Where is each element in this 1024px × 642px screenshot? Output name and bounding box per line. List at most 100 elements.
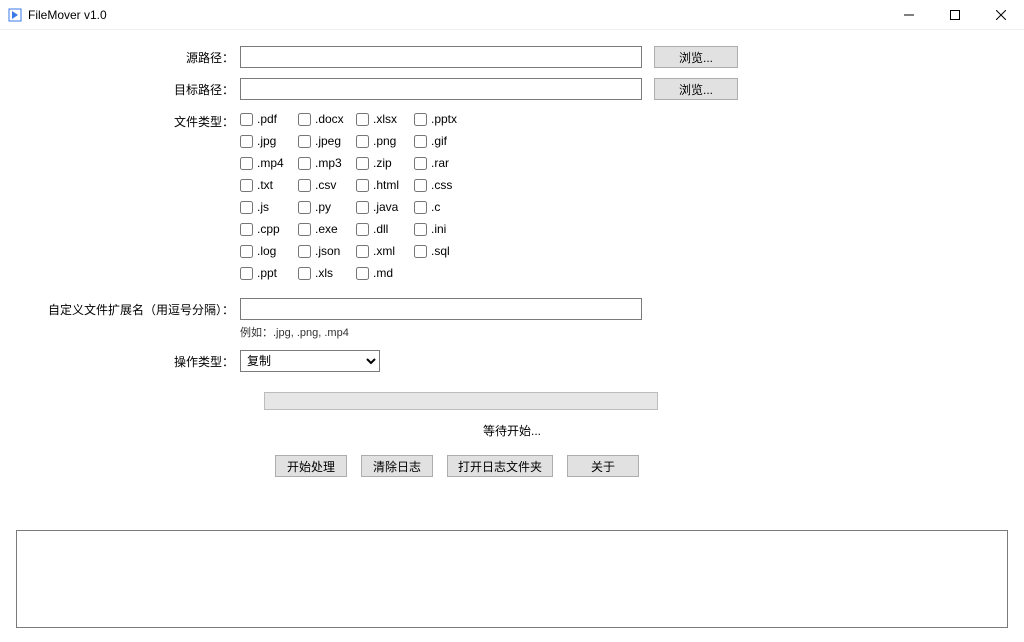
file-type-checkbox-label: .gif xyxy=(431,134,447,148)
file-type-checkbox-cell: .jpeg xyxy=(298,134,354,148)
file-type-checkbox-label: .js xyxy=(257,200,269,214)
app-icon xyxy=(8,8,22,22)
file-type-checkbox-cell: .rar xyxy=(414,156,470,170)
file-type-checkbox-label: .log xyxy=(257,244,276,258)
file-type-checkbox[interactable] xyxy=(298,135,311,148)
titlebar-left: FileMover v1.0 xyxy=(8,8,107,22)
file-type-checkbox-label: .json xyxy=(315,244,340,258)
file-type-checkbox-row: .txt .csv .html .css xyxy=(240,178,472,192)
file-type-checkbox-cell: .jpg xyxy=(240,134,296,148)
file-type-checkbox-cell: .mp4 xyxy=(240,156,296,170)
file-type-checkbox[interactable] xyxy=(240,135,253,148)
custom-ext-label: 自定义文件扩展名（用逗号分隔）： xyxy=(16,298,240,318)
target-path-label: 目标路径： xyxy=(16,78,240,98)
file-type-checkbox[interactable] xyxy=(298,157,311,170)
file-type-checkbox[interactable] xyxy=(414,179,427,192)
window-title: FileMover v1.0 xyxy=(28,8,107,22)
file-type-checkbox[interactable] xyxy=(240,113,253,126)
progress-bar xyxy=(264,392,658,410)
file-type-checkbox[interactable] xyxy=(298,223,311,236)
file-type-checkbox[interactable] xyxy=(240,267,253,280)
file-type-checkbox[interactable] xyxy=(240,223,253,236)
log-textarea[interactable] xyxy=(16,530,1008,628)
about-button[interactable]: 关于 xyxy=(567,455,639,477)
browse-source-button[interactable]: 浏览... xyxy=(654,46,738,68)
file-type-checkbox[interactable] xyxy=(356,201,369,214)
close-button[interactable] xyxy=(978,0,1024,30)
file-type-checkbox-label: .mp3 xyxy=(315,156,342,170)
file-type-checkbox[interactable] xyxy=(356,223,369,236)
file-type-checkbox-cell: .exe xyxy=(298,222,354,236)
file-type-checkbox-label: .py xyxy=(315,200,331,214)
file-type-checkbox-label: .sql xyxy=(431,244,450,258)
file-type-checkbox-label: .cpp xyxy=(257,222,280,236)
file-type-checkbox-label: .ini xyxy=(431,222,446,236)
op-type-select[interactable]: 复制 xyxy=(240,350,380,372)
source-path-label: 源路径： xyxy=(16,46,240,66)
file-type-checkbox[interactable] xyxy=(356,113,369,126)
start-button[interactable]: 开始处理 xyxy=(275,455,347,477)
file-type-checkbox-label: .exe xyxy=(315,222,338,236)
file-type-checkbox-cell: .csv xyxy=(298,178,354,192)
file-type-checkbox[interactable] xyxy=(298,201,311,214)
custom-ext-hint: 例如：.jpg, .png, .mp4 xyxy=(240,324,642,340)
file-type-checkbox-label: .jpeg xyxy=(315,134,341,148)
file-type-checkbox[interactable] xyxy=(298,179,311,192)
file-type-checkbox[interactable] xyxy=(356,135,369,148)
custom-ext-input[interactable] xyxy=(240,298,642,320)
file-type-checkbox[interactable] xyxy=(414,201,427,214)
file-type-checkbox[interactable] xyxy=(414,113,427,126)
file-type-checkbox-cell: .zip xyxy=(356,156,412,170)
minimize-button[interactable] xyxy=(886,0,932,30)
file-type-checkbox-cell: .docx xyxy=(298,112,354,126)
file-type-checkbox-label: .zip xyxy=(373,156,392,170)
progress-wrap xyxy=(264,392,1008,410)
file-type-checkbox[interactable] xyxy=(356,179,369,192)
file-type-checkbox-label: .xls xyxy=(315,266,333,280)
file-type-checkbox[interactable] xyxy=(356,245,369,258)
open-log-folder-button[interactable]: 打开日志文件夹 xyxy=(447,455,553,477)
file-type-checkbox[interactable] xyxy=(414,245,427,258)
file-type-checkbox-cell: .gif xyxy=(414,134,470,148)
file-type-checkbox[interactable] xyxy=(240,201,253,214)
file-type-checkbox[interactable] xyxy=(414,135,427,148)
titlebar: FileMover v1.0 xyxy=(0,0,1024,30)
file-type-checkbox[interactable] xyxy=(298,113,311,126)
file-type-checkbox-cell: .html xyxy=(356,178,412,192)
file-type-checkbox-label: .md xyxy=(373,266,393,280)
op-type-row: 操作类型： 复制 xyxy=(16,350,1008,372)
file-type-checkbox-label: .rar xyxy=(431,156,449,170)
file-type-checkbox[interactable] xyxy=(414,157,427,170)
source-path-input[interactable] xyxy=(240,46,642,68)
file-type-checkbox-label: .xlsx xyxy=(373,112,397,126)
file-type-checkbox-cell: .js xyxy=(240,200,296,214)
file-type-checkbox[interactable] xyxy=(298,267,311,280)
file-type-checkbox[interactable] xyxy=(356,157,369,170)
file-type-checkbox[interactable] xyxy=(240,157,253,170)
file-type-checkbox[interactable] xyxy=(298,245,311,258)
file-type-checkbox-cell: .txt xyxy=(240,178,296,192)
file-type-checkbox-label: .pdf xyxy=(257,112,277,126)
maximize-button[interactable] xyxy=(932,0,978,30)
clear-log-button[interactable]: 清除日志 xyxy=(361,455,433,477)
file-type-checkbox[interactable] xyxy=(240,179,253,192)
target-path-input[interactable] xyxy=(240,78,642,100)
file-type-checkbox-cell: .mp3 xyxy=(298,156,354,170)
file-type-checkbox-label: .pptx xyxy=(431,112,457,126)
file-type-checkbox-cell: .cpp xyxy=(240,222,296,236)
browse-target-button[interactable]: 浏览... xyxy=(654,78,738,100)
file-type-checkbox-cell: .ppt xyxy=(240,266,296,280)
file-type-checkbox[interactable] xyxy=(414,223,427,236)
file-type-checkbox[interactable] xyxy=(356,267,369,280)
file-type-checkbox-label: .csv xyxy=(315,178,336,192)
file-type-checkbox[interactable] xyxy=(240,245,253,258)
file-type-checkbox-label: .jpg xyxy=(257,134,276,148)
file-type-checkbox-cell: .pptx xyxy=(414,112,470,126)
file-type-checkbox-label: .c xyxy=(431,200,440,214)
file-type-checkbox-cell: .png xyxy=(356,134,412,148)
file-type-checkbox-label: .css xyxy=(431,178,452,192)
file-type-checkbox-cell: .log xyxy=(240,244,296,258)
file-type-checkbox-row: .ppt .xls .md xyxy=(240,266,472,280)
target-path-row: 目标路径： 浏览... xyxy=(16,78,1008,100)
file-type-checkbox-cell: .dll xyxy=(356,222,412,236)
